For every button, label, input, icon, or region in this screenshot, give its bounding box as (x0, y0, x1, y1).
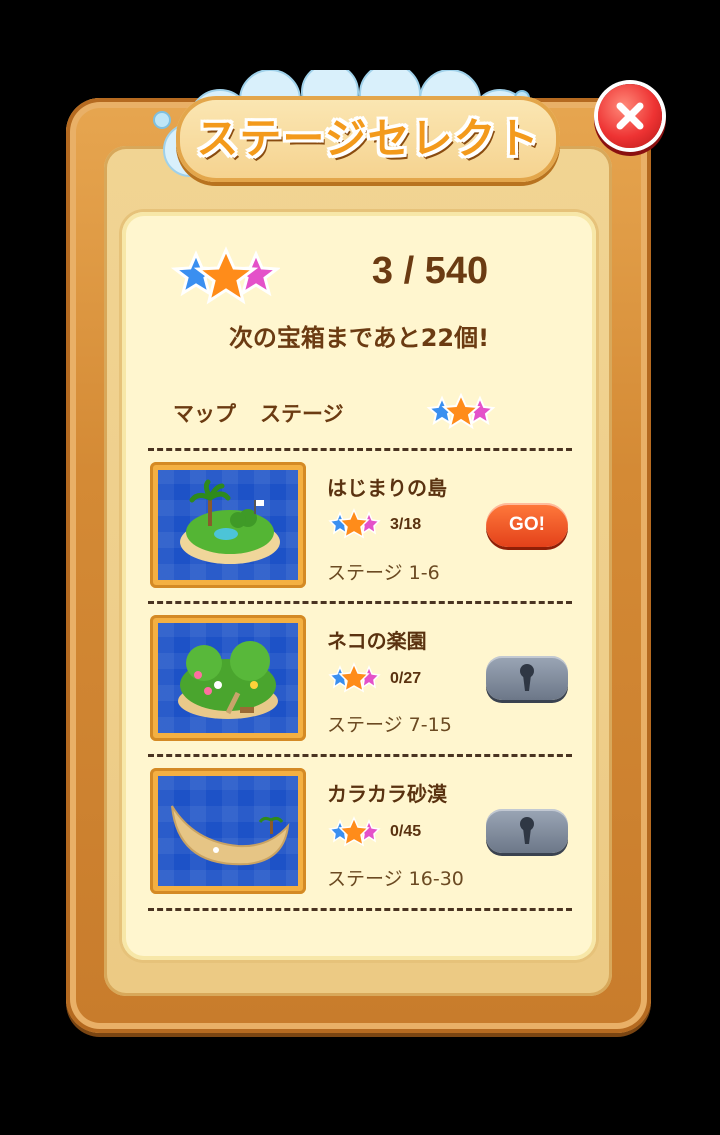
divider (148, 754, 572, 757)
area-stage-range: ステージ 16-30 (327, 868, 464, 890)
column-stage-header: ステージ (260, 402, 344, 426)
star-trio-icon (170, 246, 280, 305)
area-name: はじまりの島 (327, 476, 447, 500)
island-icon (180, 479, 280, 564)
locked-button[interactable] (486, 656, 568, 700)
map-thumbnail-island[interactable] (150, 462, 306, 588)
star-trio-icon (328, 508, 381, 539)
star-trio-icon (328, 816, 381, 847)
area-star-count: 0/27 (390, 670, 422, 687)
locked-button[interactable] (486, 809, 568, 853)
island-icon (171, 805, 290, 866)
area-star-count: 3/18 (390, 516, 422, 533)
divider (148, 448, 572, 451)
area-star-count: 0/45 (390, 823, 422, 840)
area-stage-range: ステージ 7-15 (327, 714, 452, 736)
area-stage-range: ステージ 1-6 (327, 562, 440, 584)
page-title: ステージセレクト (196, 114, 540, 163)
column-map-header: マップ (173, 402, 236, 426)
island-icon (178, 641, 278, 719)
go-button[interactable]: GO! (486, 503, 568, 547)
star-trio-icon (328, 662, 381, 693)
divider (148, 908, 572, 911)
lock-icon (520, 817, 534, 844)
close-icon (616, 102, 644, 130)
map-thumbnail-desert[interactable] (150, 768, 306, 894)
next-chest-message: 次の宝箱まであと22個! (228, 324, 490, 352)
divider (148, 601, 572, 604)
close-button[interactable] (598, 84, 662, 148)
area-name: ネコの楽園 (327, 629, 427, 653)
star-trio-icon (426, 392, 496, 430)
stars-collected-count: 3 / 540 (371, 250, 489, 292)
map-thumbnail-cat-paradise[interactable] (150, 615, 306, 741)
lock-icon (520, 664, 534, 691)
area-name: カラカラ砂漠 (327, 782, 447, 806)
